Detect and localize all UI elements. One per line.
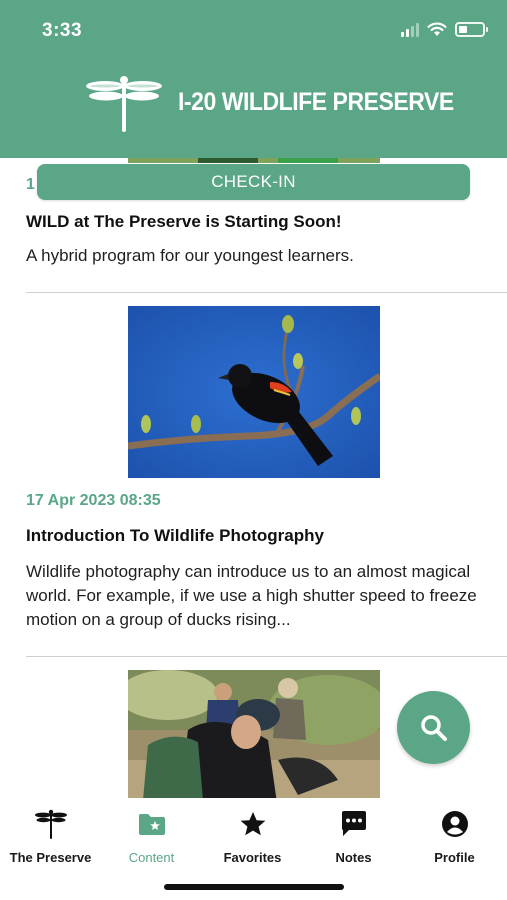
- dragonfly-logo: [86, 76, 162, 132]
- red-winged-blackbird-photo: [127, 306, 380, 478]
- check-in-button[interactable]: CHECK-IN: [37, 164, 470, 200]
- card-description: Wildlife photography can introduce us to…: [26, 562, 477, 629]
- tab-profile[interactable]: Profile: [404, 808, 505, 865]
- tab-label: Profile: [434, 850, 475, 865]
- home-indicator[interactable]: [164, 884, 344, 890]
- tab-label: Notes: [335, 850, 372, 865]
- tab-label: The Preserve: [9, 850, 92, 865]
- brand: I-20 WILDLIFE PRESERVE: [84, 72, 478, 132]
- card-image: [127, 306, 380, 478]
- dragonfly-icon: [34, 809, 67, 839]
- star-icon: [240, 812, 265, 836]
- divider: [26, 656, 507, 657]
- app-title: I-20 WILDLIFE PRESERVE: [178, 87, 454, 116]
- tab-the-preserve[interactable]: The Preserve: [0, 808, 101, 865]
- card-description: A hybrid program for our youngest learne…: [26, 246, 354, 265]
- tab-notes[interactable]: Notes: [303, 808, 404, 865]
- status-icons: [401, 22, 488, 37]
- cellular-signal-icon: [401, 22, 419, 37]
- chat-bubble-icon: [341, 811, 366, 836]
- field-researchers-photo: [127, 670, 380, 798]
- search-button[interactable]: [397, 691, 470, 764]
- card-title: Introduction To Wildlife Photography: [26, 526, 324, 545]
- card-image: [127, 670, 380, 798]
- card-date: 17 Apr 2023 08:35: [26, 492, 161, 509]
- feed-card[interactable]: 17 Apr 2023 08:35 Introduction To Wildli…: [0, 306, 507, 657]
- card-image: [127, 158, 380, 163]
- battery-icon: [455, 22, 488, 37]
- status-bar: 3:33: [0, 0, 507, 60]
- status-time: 3:33: [42, 20, 83, 41]
- app-header: 3:33 I-20 WILDLIFE PRESERVE: [0, 0, 507, 158]
- divider: [26, 292, 507, 293]
- user-circle-icon: [441, 811, 468, 837]
- tab-favorites[interactable]: Favorites: [202, 808, 303, 865]
- card-title: WILD at The Preserve is Starting Soon!: [26, 212, 342, 231]
- tab-label: Favorites: [223, 850, 282, 865]
- tab-label: Content: [128, 850, 175, 865]
- wifi-icon: [427, 22, 447, 36]
- folder-star-icon: [138, 814, 165, 835]
- tab-content[interactable]: Content: [101, 808, 202, 865]
- search-icon: [420, 714, 447, 741]
